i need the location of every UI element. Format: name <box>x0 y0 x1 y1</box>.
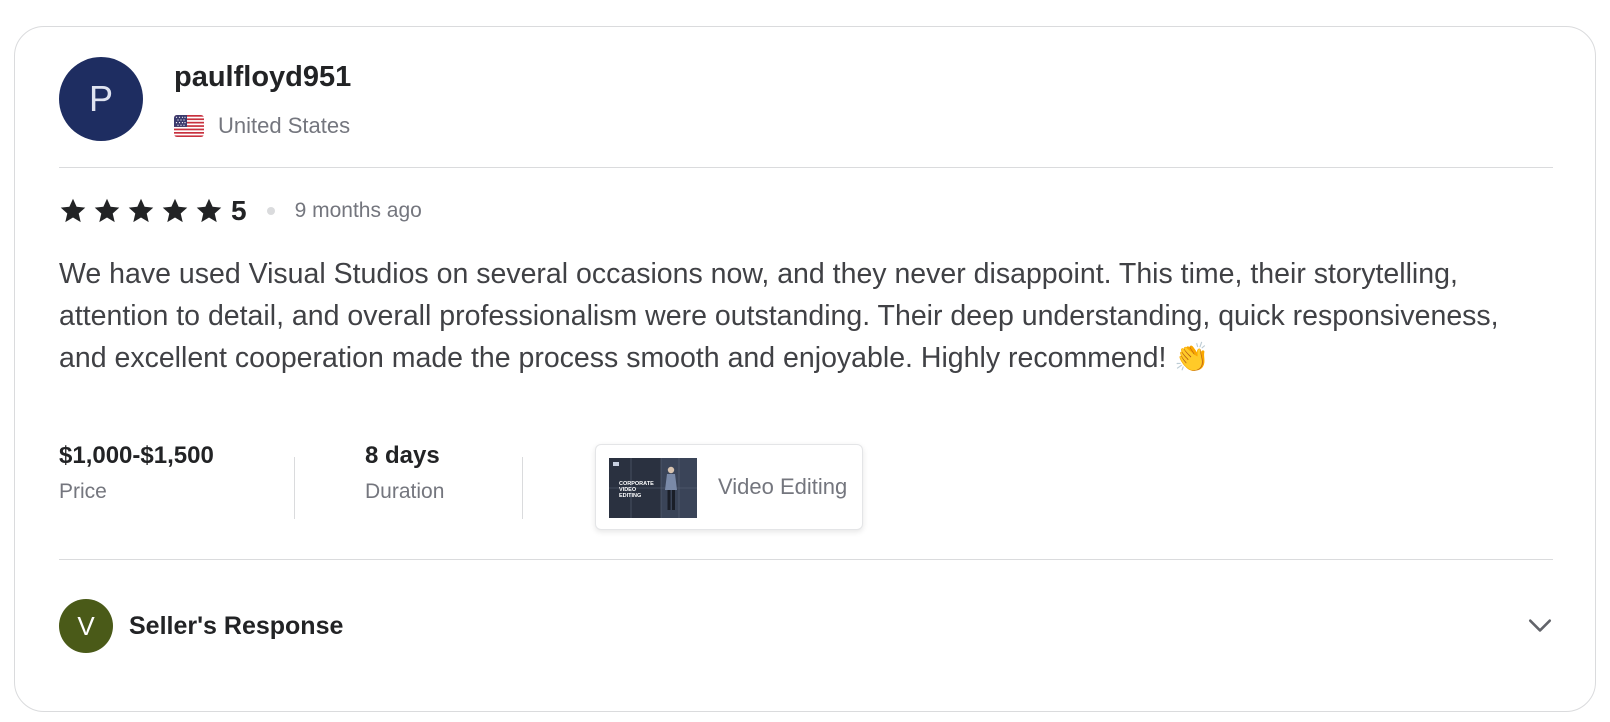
gig-card[interactable]: CORPORATE VIDEO EDITING Video Editing <box>595 444 863 530</box>
header-divider <box>59 167 1553 168</box>
star-icon <box>60 198 86 223</box>
meta-divider <box>522 457 523 519</box>
price-block: $1,000-$1,500 Price <box>59 442 214 504</box>
review-card: P paulfloyd951 United States 5 9 months … <box>14 26 1596 712</box>
response-divider <box>59 559 1553 560</box>
seller-response-toggle[interactable]: V Seller's Response <box>59 599 1553 653</box>
gig-title: Video Editing <box>718 474 848 499</box>
star-icon <box>196 198 222 223</box>
review-time: 9 months ago <box>294 199 422 222</box>
duration-block: 8 days Duration <box>365 442 444 504</box>
meta-divider <box>294 457 295 519</box>
chevron-down-icon[interactable] <box>1527 612 1553 638</box>
reviewer-header: P paulfloyd951 United States <box>59 57 1553 141</box>
star-icon <box>94 198 120 223</box>
duration-label: Duration <box>365 480 445 503</box>
separator-dot <box>266 207 275 215</box>
duration-value: 8 days <box>365 442 440 469</box>
seller-avatar: V <box>59 599 113 653</box>
reviewer-avatar[interactable]: P <box>59 57 143 141</box>
seller-avatar-initial: V <box>77 610 95 641</box>
gig-thumbnail-text-3: EDITING <box>619 493 641 499</box>
price-label: Price <box>59 480 107 503</box>
rating-row: 5 9 months ago <box>59 195 422 227</box>
review-meta: $1,000-$1,500 Price 8 days Duration CORP… <box>59 442 959 532</box>
us-flag-icon <box>174 115 204 137</box>
star-rating <box>59 197 229 225</box>
price-value: $1,000-$1,500 <box>59 442 214 469</box>
star-icon <box>162 198 188 223</box>
review-text: We have used Visual Studios on several o… <box>59 258 1499 374</box>
reviewer-country-label: United States <box>218 113 351 138</box>
reviewer-avatar-initial: P <box>88 78 113 119</box>
reviewer-country: United States <box>174 113 350 139</box>
star-icon <box>128 198 154 223</box>
rating-value: 5 <box>231 195 247 226</box>
seller-response-label: Seller's Response <box>129 612 344 640</box>
reviewer-username[interactable]: paulfloyd951 <box>174 61 351 94</box>
gig-thumbnail: CORPORATE VIDEO EDITING <box>609 458 697 518</box>
